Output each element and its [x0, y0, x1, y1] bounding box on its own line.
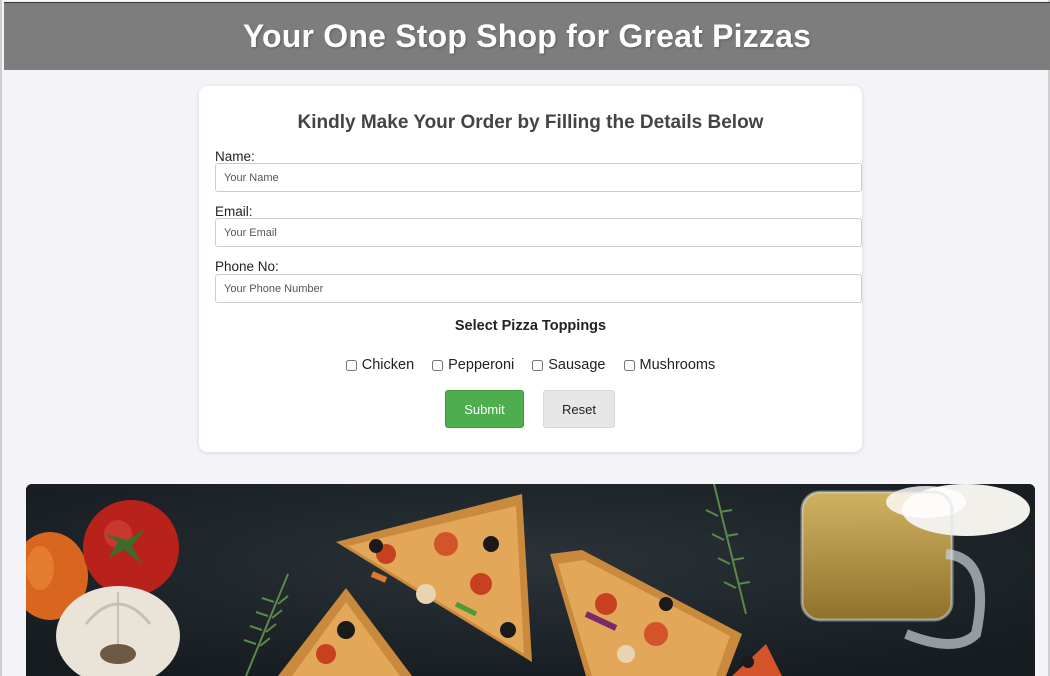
- name-label: Name:: [215, 149, 255, 164]
- topping-label: Sausage: [548, 357, 606, 373]
- name-input[interactable]: [215, 163, 862, 192]
- chicken-checkbox[interactable]: [345, 359, 357, 371]
- topping-chicken[interactable]: Chicken: [345, 357, 415, 373]
- topping-label: Mushrooms: [639, 357, 716, 373]
- phone-label: Phone No:: [215, 259, 279, 274]
- hero-image: [26, 484, 1035, 676]
- site-header: Your One Stop Shop for Great Pizzas: [4, 2, 1050, 70]
- email-input[interactable]: [215, 218, 862, 247]
- topping-label: Chicken: [361, 357, 415, 373]
- toppings-title: Select Pizza Toppings: [454, 318, 607, 334]
- page-title: Your One Stop Shop for Great Pizzas: [242, 18, 812, 54]
- topping-mushrooms[interactable]: Mushrooms: [623, 357, 716, 373]
- tomato-icon: [83, 500, 179, 596]
- submit-button[interactable]: Submit: [445, 390, 524, 428]
- reset-button[interactable]: Reset: [543, 390, 615, 428]
- order-form: Kindly Make Your Order by Filling the De…: [199, 86, 862, 452]
- topping-label: Pepperoni: [448, 357, 515, 373]
- mushrooms-checkbox[interactable]: [623, 359, 635, 371]
- pizza-photo-illustration: [26, 484, 1035, 676]
- email-label: Email:: [215, 204, 253, 219]
- form-heading: Kindly Make Your Order by Filling the De…: [297, 112, 764, 133]
- topping-pepperoni[interactable]: Pepperoni: [432, 357, 514, 373]
- pepperoni-checkbox[interactable]: [432, 359, 444, 371]
- toppings-group: Chicken Pepperoni Sausage Mushrooms: [199, 357, 862, 373]
- phone-input[interactable]: [215, 274, 862, 303]
- sausage-checkbox[interactable]: [532, 359, 544, 371]
- topping-sausage[interactable]: Sausage: [532, 357, 606, 373]
